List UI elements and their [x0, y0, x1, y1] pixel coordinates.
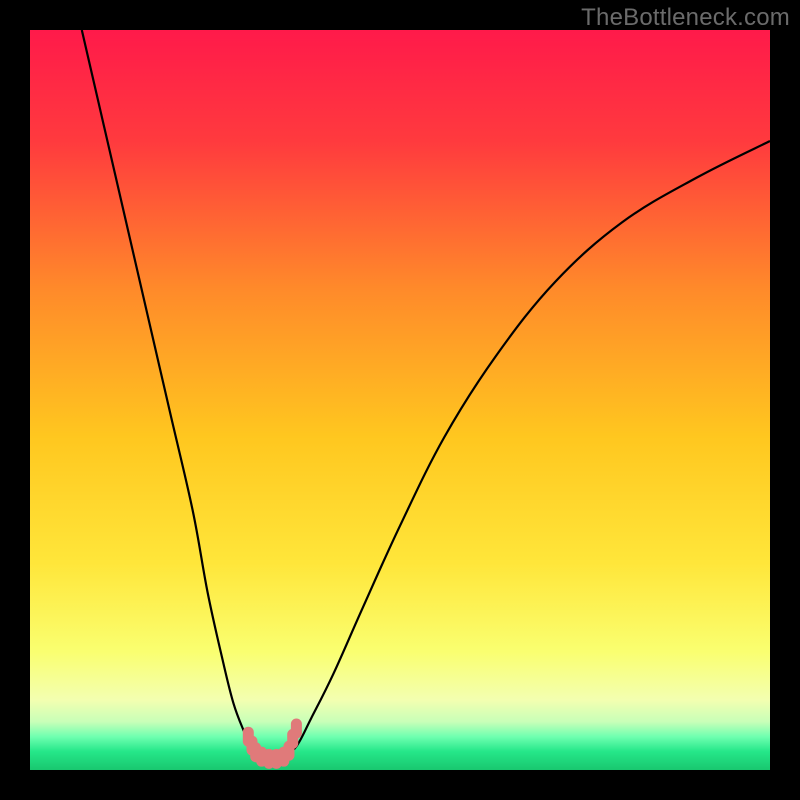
watermark-text: TheBottleneck.com: [581, 4, 790, 32]
gradient-background: [30, 30, 770, 770]
plot-area: [30, 30, 770, 770]
valley-marker: [291, 719, 302, 739]
bottleneck-chart: [30, 30, 770, 770]
chart-stage: TheBottleneck.com: [0, 0, 800, 800]
